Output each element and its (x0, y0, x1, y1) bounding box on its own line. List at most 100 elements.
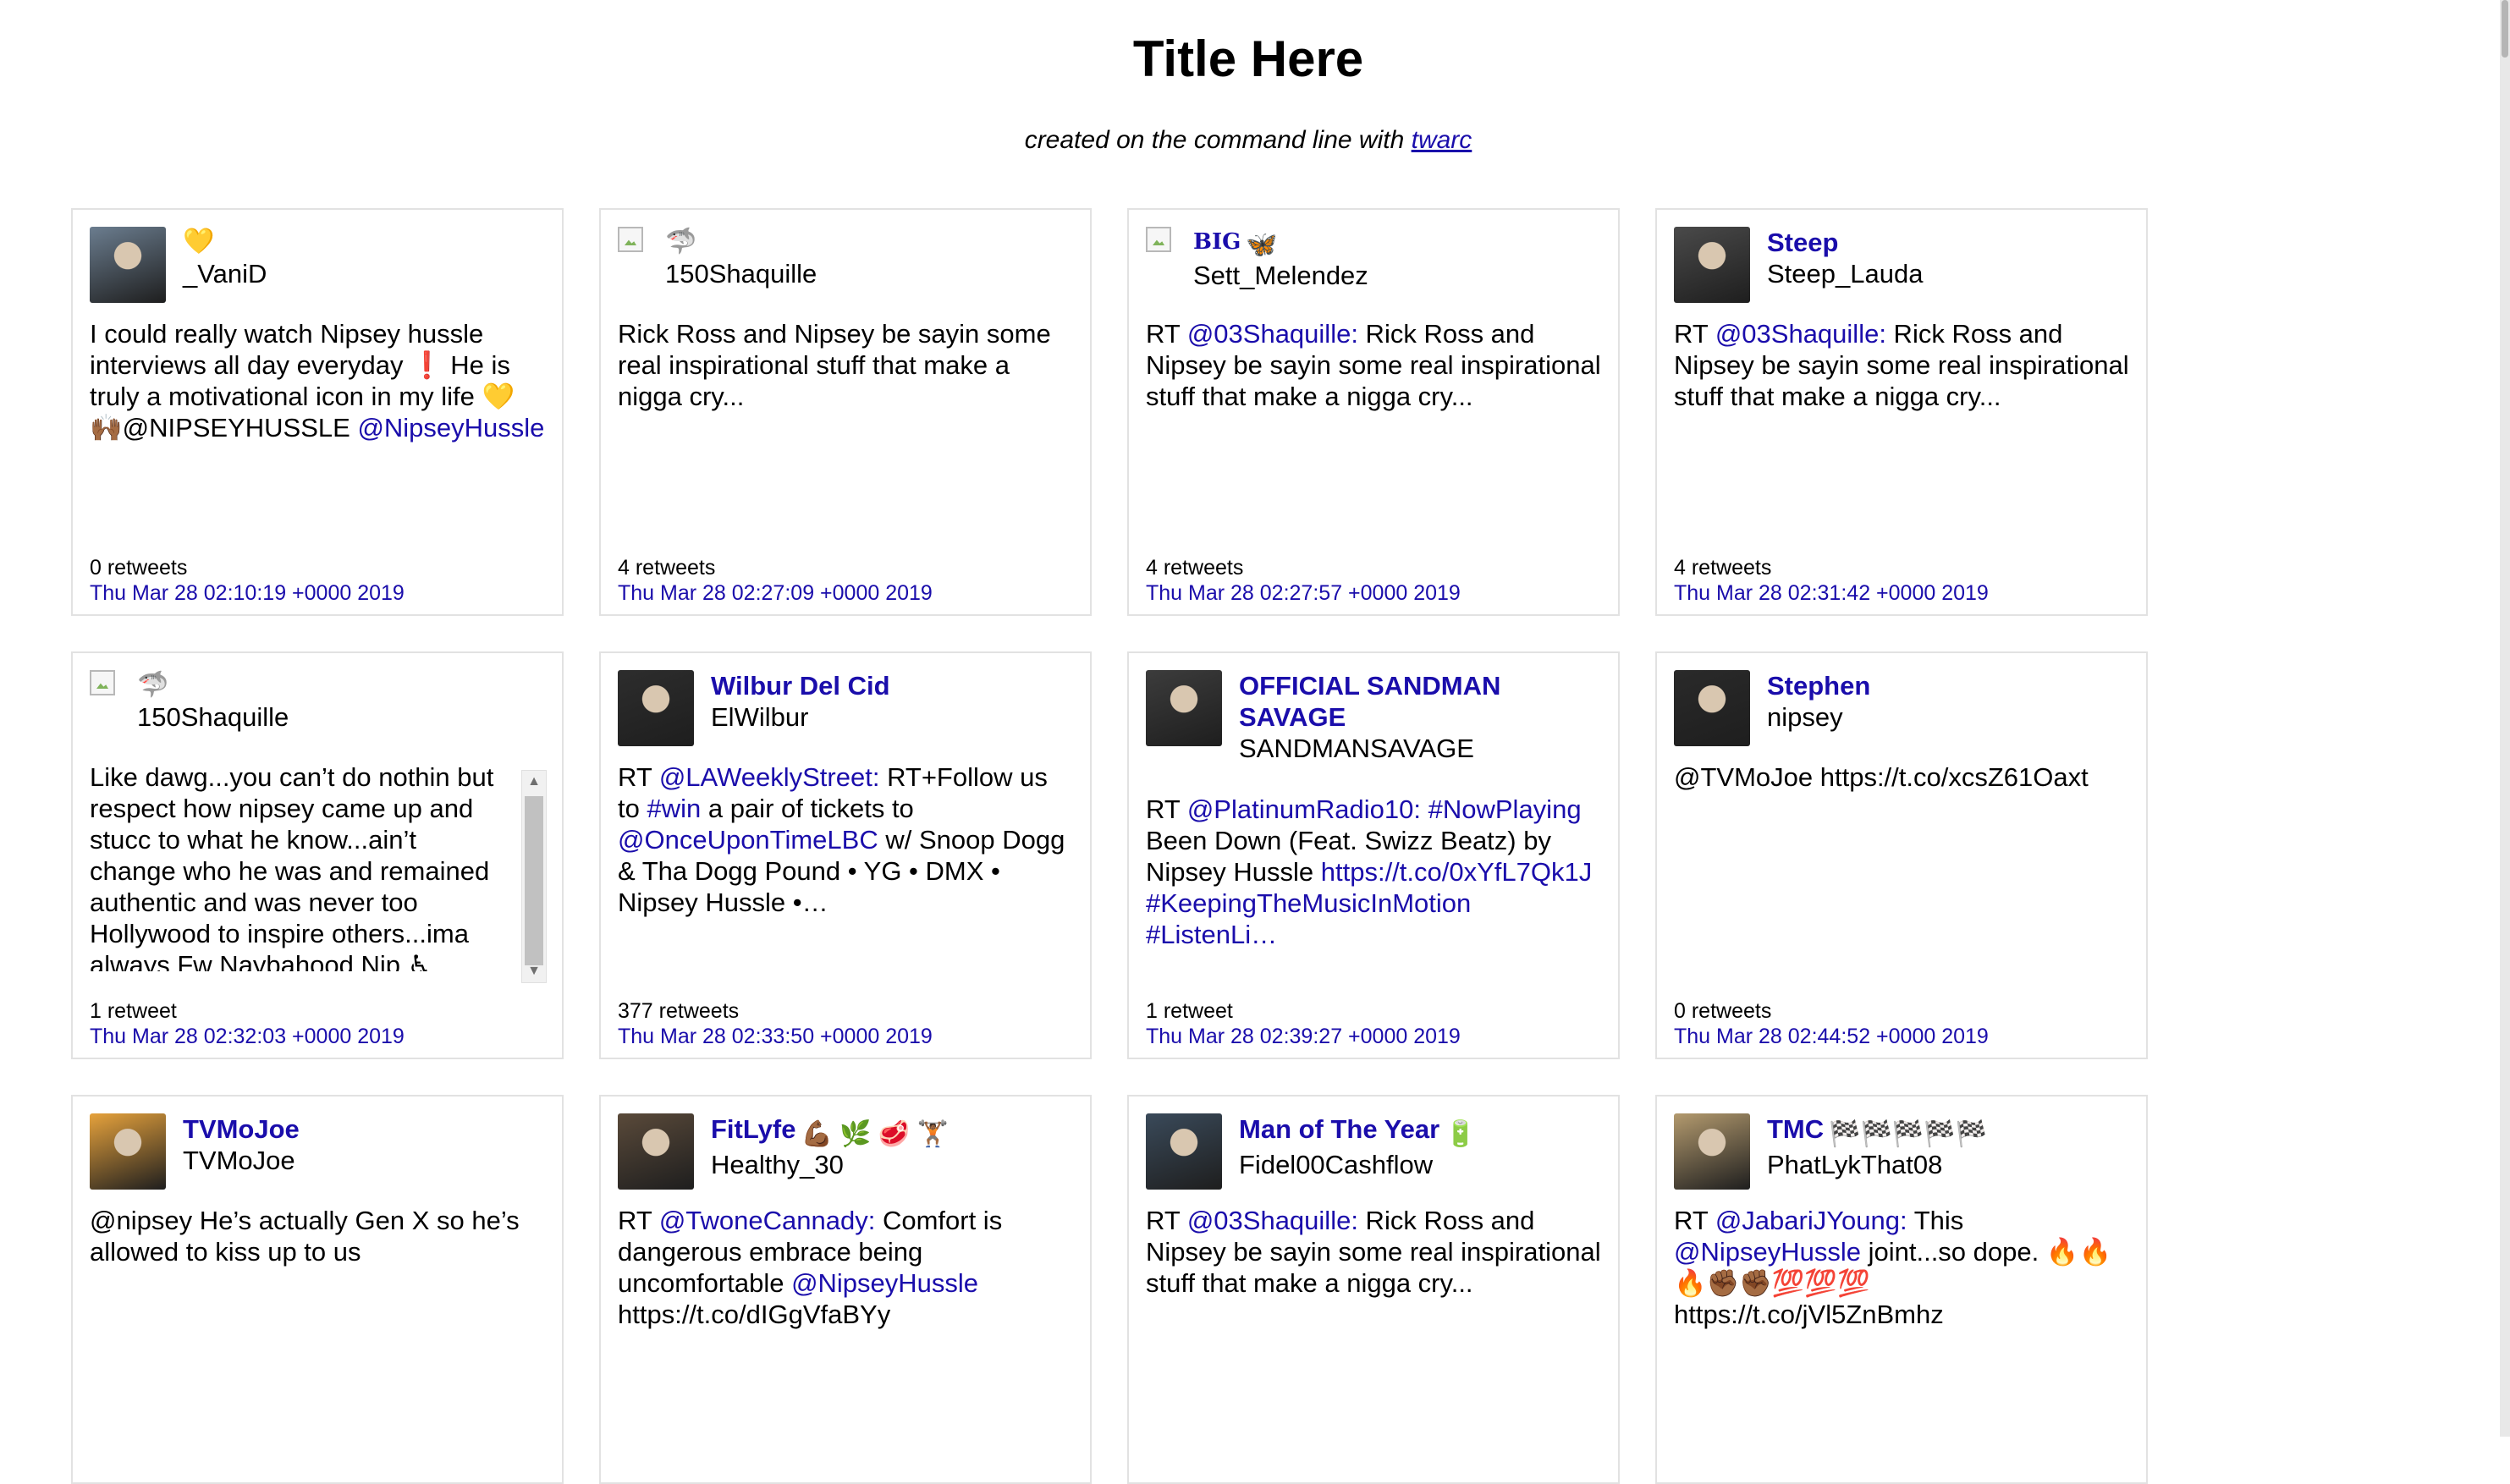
tweet-date-link[interactable]: Thu Mar 28 02:33:50 +0000 2019 (618, 1024, 933, 1049)
tweet-card: Steep Steep_Lauda RT @03Shaquille: Rick Ro… (1655, 208, 2148, 616)
tweet-link[interactable]: #NowPlaying (1428, 794, 1582, 824)
tweet-date-link[interactable]: Thu Mar 28 02:32:03 +0000 2019 (90, 1024, 405, 1049)
avatar[interactable] (1146, 670, 1222, 746)
retweet-count: 0 retweets (1674, 999, 1772, 1023)
tweet-header: Wilbur Del Cid ElWilbur (618, 670, 1076, 755)
display-name-link[interactable]: BIG (1193, 229, 1241, 255)
retweet-count: 4 retweets (618, 556, 716, 580)
tweet-user: Stephen nipsey (1767, 670, 2133, 733)
avatar[interactable] (90, 1113, 166, 1190)
retweet-count: 1 retweet (1146, 999, 1233, 1023)
display-name-line: BIG 🦋 (1193, 227, 1605, 260)
broken-avatar-image[interactable] (618, 227, 643, 252)
tweet-text-segment: @nipsey He’s actually Gen X so he’s allo… (90, 1206, 520, 1267)
tweet-card: 🦈 150Shaquille Rick Ross and Nipsey be say… (599, 208, 1092, 616)
display-name-line: TMC 🏁🏁🏁🏁🏁 (1767, 1113, 2133, 1149)
tweet-text-segment: https://t.co/dIGgVfaBYy (618, 1300, 891, 1329)
tweet-user: 🦈 150Shaquille (665, 227, 1076, 289)
display-name-link[interactable]: TVMoJoe (183, 1114, 300, 1144)
display-name-link[interactable]: Man of The Year (1239, 1114, 1439, 1144)
tweet-link[interactable]: #ListenLi… (1146, 920, 1277, 949)
tweet-text-segment: RT (1674, 319, 1715, 349)
avatar[interactable] (1674, 670, 1750, 746)
tweet-link[interactable]: @03Shaquille: (1187, 1206, 1358, 1235)
avatar[interactable] (618, 670, 694, 746)
avatar[interactable] (1674, 227, 1750, 303)
tweet-header: TMC 🏁🏁🏁🏁🏁 PhatLykThat08 (1674, 1113, 2133, 1198)
display-name-link[interactable]: FitLyfe (711, 1114, 795, 1144)
tweet-link[interactable]: #win (647, 794, 701, 823)
display-name-link[interactable]: TMC (1767, 1114, 1824, 1144)
tweet-card: 💛 _VaniD I could really watch Nipsey hussl… (71, 208, 564, 616)
broken-avatar-image[interactable] (90, 670, 115, 695)
display-name-link[interactable]: Wilbur Del Cid (711, 671, 890, 701)
tweet-date-link[interactable]: Thu Mar 28 02:10:19 +0000 2019 (90, 580, 405, 606)
display-name-link[interactable]: Stephen (1767, 671, 1870, 701)
screen-name: 150Shaquille (665, 259, 817, 289)
page-subtitle: created on the command line with twarc (0, 124, 2496, 157)
tweet-text-segment: RT (1674, 1206, 1715, 1235)
tweet-link[interactable]: @03Shaquille: (1715, 319, 1886, 349)
page-scrollbar-thumb[interactable] (2502, 0, 2508, 58)
tweet-link[interactable]: @PlatinumRadio10: (1187, 794, 1421, 824)
display-name-line: Man of The Year 🔋 (1239, 1113, 1605, 1149)
tweet-header: Steep Steep_Lauda (1674, 227, 2133, 311)
tweet-user: 💛 _VaniD (183, 227, 548, 289)
screen-name: Fidel00Cashflow (1239, 1150, 1434, 1180)
tweet-text: RT @PlatinumRadio10: #NowPlaying Been Do… (1146, 794, 1601, 950)
tweet-card: TMC 🏁🏁🏁🏁🏁 PhatLykThat08 RT @JabariJYoung: T… (1655, 1095, 2148, 1484)
tweet-link[interactable]: @OnceUponTimeLBC (618, 825, 878, 855)
tweet-text-segment (1421, 794, 1428, 824)
screen-name: _VaniD (183, 259, 267, 289)
subtitle-text: created on the command line with (1024, 126, 1412, 154)
display-name-link[interactable]: OFFICIAL SANDMAN SAVAGE (1239, 671, 1500, 732)
tweet-date-link[interactable]: Thu Mar 28 02:39:27 +0000 2019 (1146, 1024, 1461, 1049)
tweet-text: RT @03Shaquille: Rick Ross and Nipsey be… (1146, 1205, 1601, 1299)
tweet-date-link[interactable]: Thu Mar 28 02:27:57 +0000 2019 (1146, 580, 1461, 606)
tweet-link[interactable]: @03Shaquille: (1187, 319, 1358, 349)
tweet-header: FitLyfe 💪🏾 🌿 🥩 🏋🏾 Healthy_30 (618, 1113, 1076, 1198)
tweet-text: RT @03Shaquille: Rick Ross and Nipsey be… (1674, 318, 2129, 412)
tweet-date-link[interactable]: Thu Mar 28 02:31:42 +0000 2019 (1674, 580, 1989, 606)
scroll-up-icon[interactable]: ▲ (522, 771, 546, 793)
retweet-count: 0 retweets (90, 556, 188, 580)
tweet-card: OFFICIAL SANDMAN SAVAGE SANDMANSAVAGE RT @… (1127, 651, 1620, 1059)
avatar[interactable] (90, 227, 166, 303)
tweet-date-link[interactable]: Thu Mar 28 02:27:09 +0000 2019 (618, 580, 933, 606)
page-scrollbar[interactable] (2500, 0, 2510, 1437)
tweet-text-segment: This (1907, 1206, 1964, 1235)
tweet-text: Like dawg...you can’t do nothin but resp… (90, 761, 508, 971)
tweet-text-segment: RT (618, 762, 659, 792)
tweet-user: Man of The Year 🔋 Fidel00Cashflow (1239, 1113, 1605, 1180)
tweet-text-scrollbar[interactable]: ▲ ▼ (521, 770, 547, 983)
tweet-link[interactable]: @NipseyHussle (357, 413, 544, 442)
retweet-count: 4 retweets (1674, 556, 1772, 580)
broken-avatar-image[interactable] (1146, 227, 1171, 252)
twarc-link[interactable]: twarc (1412, 126, 1472, 154)
display-name-line: OFFICIAL SANDMAN SAVAGE (1239, 670, 1605, 733)
screen-name: SANDMANSAVAGE (1239, 734, 1474, 763)
tweet-date-link[interactable]: Thu Mar 28 02:44:52 +0000 2019 (1674, 1024, 1989, 1049)
tweet-text-segment: RT (1146, 319, 1187, 349)
scroll-down-icon[interactable]: ▼ (522, 960, 546, 982)
tweet-link[interactable]: https://t.co/0xYfL7Qk1J (1321, 857, 1593, 887)
display-name-line: FitLyfe 💪🏾 🌿 🥩 🏋🏾 (711, 1113, 1076, 1149)
avatar[interactable] (1674, 1113, 1750, 1190)
screen-name: ElWilbur (711, 702, 809, 732)
tweet-link[interactable]: @JabariJYoung: (1715, 1206, 1907, 1235)
display-name-link[interactable]: Steep (1767, 228, 1838, 257)
tweet-link[interactable]: @NipseyHussle (791, 1268, 978, 1298)
tweet-link[interactable]: @TwoneCannady: (659, 1206, 876, 1235)
tweet-text: I could really watch Nipsey hussle inter… (90, 318, 545, 443)
tweet-text: Rick Ross and Nipsey be sayin some real … (618, 318, 1073, 412)
tweet-card: FitLyfe 💪🏾 🌿 🥩 🏋🏾 Healthy_30 RT @TwoneCanna… (599, 1095, 1092, 1484)
tweet-header: 🦈 150Shaquille (90, 670, 548, 755)
tweet-link[interactable]: @LAWeeklyStreet: (659, 762, 880, 792)
tweet-text: RT @TwoneCannady: Comfort is dangerous e… (618, 1205, 1073, 1330)
tweet-link[interactable]: #KeepingTheMusicInMotion (1146, 888, 1471, 918)
avatar[interactable] (1146, 1113, 1222, 1190)
scroll-thumb[interactable] (525, 796, 543, 965)
display-name-line: Steep (1767, 227, 2133, 258)
tweet-link[interactable]: @NipseyHussle (1674, 1237, 1861, 1267)
avatar[interactable] (618, 1113, 694, 1190)
